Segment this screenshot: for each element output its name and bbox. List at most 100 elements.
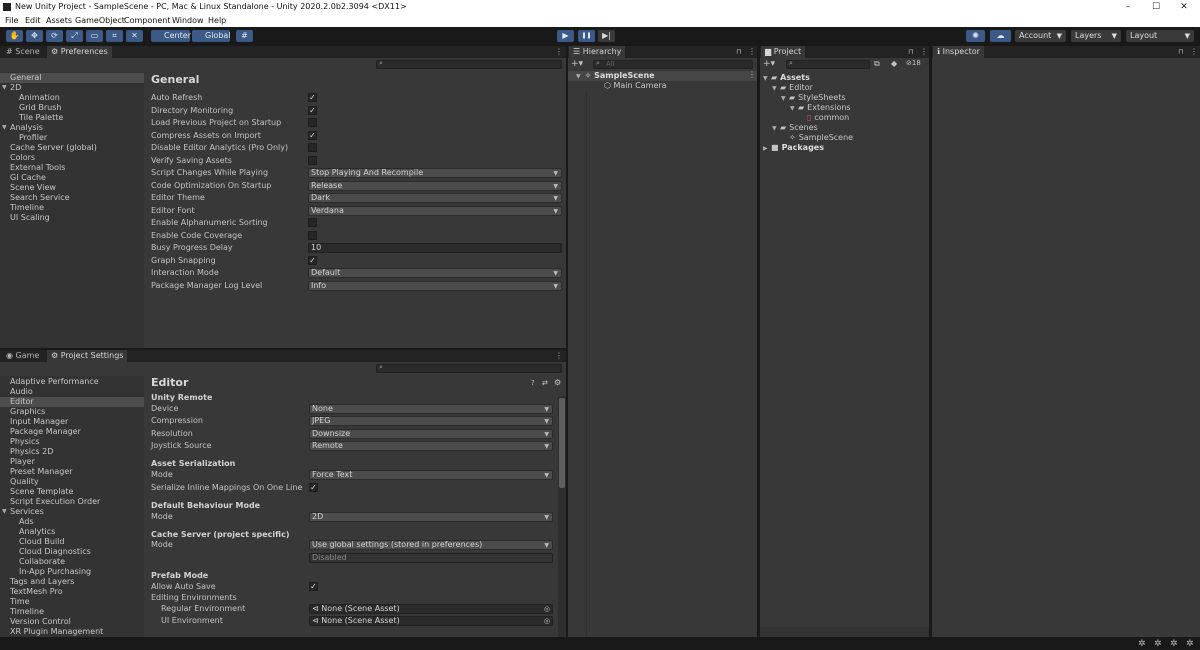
tab-project[interactable]: ▆ Project <box>761 46 806 58</box>
tab-scene[interactable]: # Scene <box>2 46 44 58</box>
kebab-menu-icon[interactable]: ⋮ <box>748 46 756 58</box>
ui-environment-field[interactable]: ⊲ None (Scene Asset) ◎ <box>309 616 553 626</box>
category-collaborate[interactable]: Collaborate <box>0 557 144 567</box>
search-by-label-icon[interactable]: ◆ <box>891 59 897 68</box>
chevron-down-icon[interactable]: ▼ <box>2 507 7 517</box>
graph-snapping-checkbox[interactable]: ✓ <box>308 255 317 265</box>
category-search-service[interactable]: Search Service <box>0 193 144 203</box>
rect-tool-icon[interactable]: ▭ <box>86 30 103 42</box>
category-ui-scaling[interactable]: UI Scaling <box>0 213 144 223</box>
category-physics[interactable]: Physics <box>0 437 144 447</box>
account-dropdown[interactable]: Account ▼ <box>1015 30 1066 42</box>
serialize-inline-checkbox[interactable]: ✓ <box>309 483 318 492</box>
hand-tool-icon[interactable]: ✋ <box>6 30 23 42</box>
create-asset-button[interactable]: +▾ <box>763 59 775 69</box>
category-input-manager[interactable]: Input Manager <box>0 417 144 427</box>
kebab-menu-icon[interactable]: ⋮ <box>555 350 563 362</box>
category-physics-2d[interactable]: Physics 2D <box>0 447 144 457</box>
scale-tool-icon[interactable]: ⤢ <box>66 30 83 42</box>
project-item-packages[interactable]: ▶ ■ Packages <box>763 143 824 153</box>
hierarchy-main-camera-item[interactable]: ⬡ Main Camera <box>604 81 667 91</box>
category-xr-plugin-management[interactable]: XR Plugin Management <box>0 627 144 637</box>
category-animation[interactable]: Animation <box>0 93 144 103</box>
category-timeline[interactable]: Timeline <box>0 203 144 213</box>
category-time[interactable]: Time <box>0 597 144 607</box>
play-button[interactable]: ▶ <box>557 30 574 42</box>
busy-progress-delay-input[interactable]: 10 <box>308 243 562 253</box>
object-picker-icon[interactable]: ◎ <box>544 605 550 613</box>
compress-assets-on-import-checkbox[interactable]: ✓ <box>308 130 317 140</box>
scrollbar-thumb[interactable] <box>559 398 565 488</box>
debug-icon[interactable]: ✲ <box>1138 639 1146 649</box>
pivot-global-button[interactable]: Global <box>192 30 231 42</box>
project-item-stylesheets[interactable]: ▼ ▰ StyleSheets <box>781 93 846 103</box>
category-quality[interactable]: Quality <box>0 477 144 487</box>
auto-generate-lighting-icon[interactable]: ✲ <box>1186 639 1194 649</box>
category-analysis[interactable]: ▼ Analysis <box>0 123 144 133</box>
add-object-button[interactable]: +▾ <box>571 59 583 69</box>
help-icon[interactable]: ? <box>531 379 535 387</box>
project-item-scenes[interactable]: ▼ ▰ Scenes <box>772 123 818 133</box>
category-ads[interactable]: Ads <box>0 517 144 527</box>
enable-code-coverage-checkbox[interactable] <box>308 230 317 240</box>
category-services[interactable]: ▼ Services <box>0 507 144 517</box>
interaction-mode-dropdown[interactable]: Default ▼ <box>308 268 562 278</box>
project-item-common[interactable]: ▯ common <box>799 113 849 123</box>
chevron-down-icon[interactable]: ▼ <box>763 74 771 84</box>
category-scene-view[interactable]: Scene View <box>0 183 144 193</box>
category-adaptive-performance[interactable]: Adaptive Performance <box>0 377 144 387</box>
category-script-execution-order[interactable]: Script Execution Order <box>0 497 144 507</box>
category-version-control[interactable]: Version Control <box>0 617 144 627</box>
close-button[interactable]: ✕ <box>1170 0 1198 14</box>
tab-project-settings[interactable]: ⚙ Project Settings <box>47 350 128 362</box>
category-cloud-build[interactable]: Cloud Build <box>0 537 144 547</box>
pivot-center-button[interactable]: Center <box>151 30 191 42</box>
verify-saving-assets-checkbox[interactable] <box>308 155 317 165</box>
project-item-extensions[interactable]: ▼ ▰ Extensions <box>790 103 851 113</box>
kebab-menu-icon[interactable]: ⋮ <box>1190 46 1198 58</box>
category-player[interactable]: Player <box>0 457 144 467</box>
joystick-source-dropdown[interactable]: Remote ▼ <box>309 441 553 451</box>
search-by-type-icon[interactable]: ⧉ <box>874 59 880 69</box>
cloud-icon[interactable]: ☁ <box>990 30 1011 42</box>
custom-tool-icon[interactable]: ✕ <box>126 30 143 42</box>
layers-dropdown[interactable]: Layers ▼ <box>1071 30 1121 42</box>
gear-icon[interactable]: ⚙ <box>554 378 561 387</box>
minimize-button[interactable]: – <box>1114 0 1142 14</box>
category-cloud-diagnostics[interactable]: Cloud Diagnostics <box>0 547 144 557</box>
code-optimization-on-startup-dropdown[interactable]: Release ▼ <box>308 180 562 191</box>
menu-assets[interactable]: Assets <box>46 14 72 27</box>
kebab-menu-icon[interactable]: ⋮ <box>555 46 563 58</box>
category-preset-manager[interactable]: Preset Manager <box>0 467 144 477</box>
category-profiler[interactable]: Profiler <box>0 133 144 143</box>
layout-dropdown[interactable]: Layout ▼ <box>1126 30 1194 42</box>
category-editor[interactable]: Editor <box>0 397 144 407</box>
tab-game[interactable]: ◉ Game <box>2 350 43 362</box>
sliders-icon[interactable]: ⇄ <box>542 379 548 387</box>
serialization-mode-dropdown[interactable]: Force Text ▼ <box>309 470 553 480</box>
menu-window[interactable]: Window <box>172 14 204 27</box>
hierarchy-search-input[interactable]: ⌕ All <box>593 59 753 69</box>
auto-refresh-checkbox[interactable]: ✓ <box>308 93 317 102</box>
regular-environment-field[interactable]: ⊲ None (Scene Asset) ◎ <box>309 604 553 614</box>
project-item-editor[interactable]: ▼ ▰ Editor <box>772 83 813 93</box>
category-graphics[interactable]: Graphics <box>0 407 144 417</box>
hierarchy-scene-item[interactable]: ▼ ✧ SampleScene <box>576 71 655 81</box>
tab-hierarchy[interactable]: ☰ Hierarchy <box>569 46 626 58</box>
editor-theme-dropdown[interactable]: Dark ▼ <box>308 193 562 203</box>
menu-edit[interactable]: Edit <box>25 14 41 27</box>
allow-auto-save-checkbox[interactable]: ✓ <box>309 582 318 591</box>
project-settings-search-input[interactable]: ⌕ <box>376 363 562 373</box>
lock-icon[interactable]: ⊓ <box>736 46 741 58</box>
load-previous-project-on-startup-checkbox[interactable] <box>308 118 317 127</box>
category-colors[interactable]: Colors <box>0 153 144 163</box>
category-general[interactable]: General <box>0 73 144 83</box>
menu-help[interactable]: Help <box>208 14 226 27</box>
chevron-down-icon[interactable]: ▼ <box>2 123 7 133</box>
pause-button[interactable]: ❚❚ <box>578 30 595 42</box>
preferences-search-input[interactable]: ⌕ <box>376 59 562 69</box>
category-cache-server-global[interactable]: Cache Server (global) <box>0 143 144 153</box>
menu-file[interactable]: File <box>5 14 18 27</box>
category-package-manager[interactable]: Package Manager <box>0 427 144 437</box>
category-textmesh-pro[interactable]: TextMesh Pro <box>0 587 144 597</box>
